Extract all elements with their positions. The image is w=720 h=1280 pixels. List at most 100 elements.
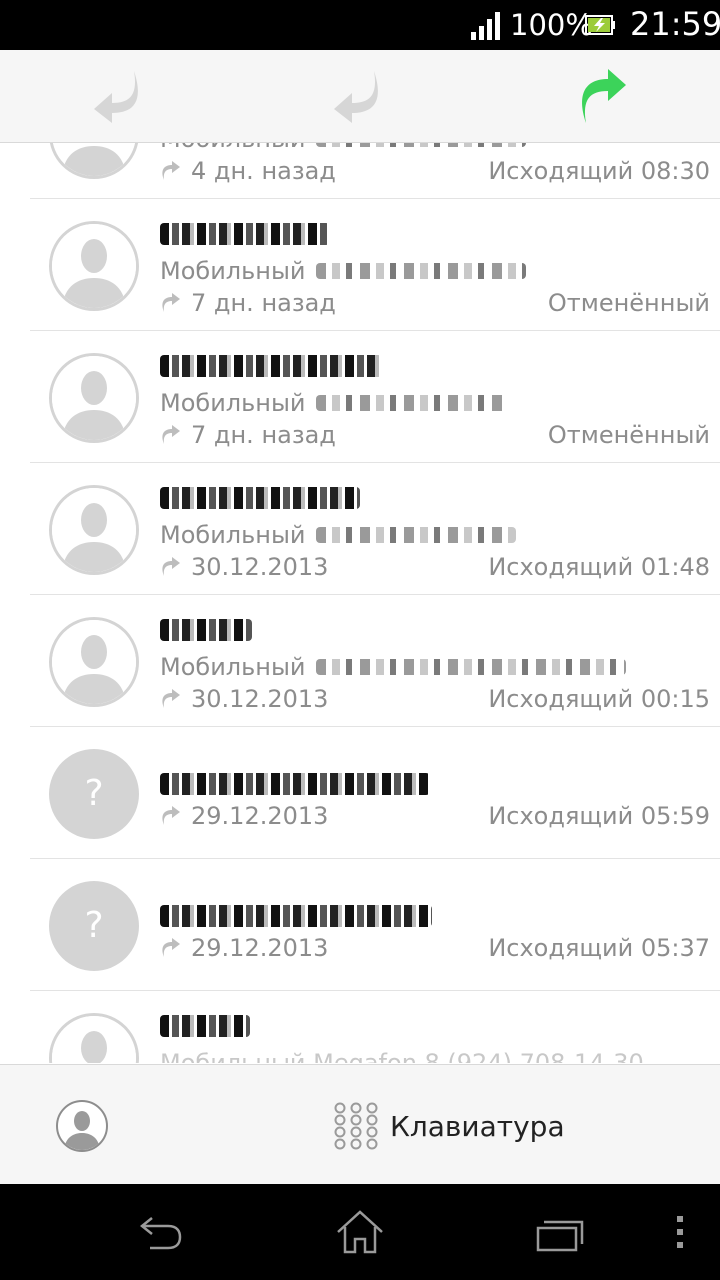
outgoing-arrow-icon [162,161,180,180]
call-status: Исходящий 08:30 [488,157,710,185]
number-label: Мобильный [160,257,306,285]
call-status: Исходящий 00:15 [488,685,710,713]
dialpad-button[interactable]: Клавиатура [332,1100,565,1152]
call-status: Исходящий 05:37 [488,934,710,962]
avatar [49,143,139,179]
date-line: 29.12.2013 [160,933,328,963]
call-date: 30.12.2013 [191,685,329,713]
unknown-caller-avatar: ? [49,749,139,839]
number-line: Мобильный [160,388,506,418]
home-icon [337,1210,383,1254]
avatar [49,221,139,311]
call-log-row[interactable]: Мобильный 30.12.2013 Исходящий 00:15 [30,595,720,727]
outgoing-arrow-icon [162,293,180,312]
bottom-action-bar: Клавиатура [0,1064,720,1185]
outgoing-arrow-icon [162,806,180,825]
date-line: 7 дн. назад [160,420,336,450]
call-log-row[interactable]: ? 29.12.2013 Исходящий 05:37 [30,859,720,991]
number-line: Мобильный [160,256,526,286]
person-silhouette-icon [52,1016,136,1063]
menu-button[interactable] [662,1206,698,1258]
missed-arrow-icon [334,71,378,123]
call-log-list: Мобильный 4 дн. назад Исходящий 08:30 Мо… [0,143,720,1063]
recent-apps-icon [536,1220,584,1252]
contact-name [160,767,430,803]
call-log-row[interactable]: ? 29.12.2013 Исходящий 05:59 [30,727,720,859]
avatar [49,617,139,707]
number-label: Мобильный Megafon 8 (924) 708-14-30 [160,1049,644,1063]
dialpad-label: Клавиатура [390,1109,565,1143]
number-line: Мобильный [160,520,516,550]
person-silhouette-icon [52,488,136,572]
navigation-bar [0,1184,720,1280]
call-filter-bar [0,50,720,143]
unknown-caller-avatar: ? [49,881,139,971]
call-date: 29.12.2013 [191,802,329,830]
battery-percent: 100% [510,8,593,42]
status-bar: 100% 21:59 [0,0,720,50]
person-silhouette-icon [52,356,136,440]
signal-icon [471,12,500,40]
call-status: Отменённый [547,421,710,449]
person-silhouette-icon [52,620,136,704]
redacted-number [315,395,506,411]
outgoing-arrow-icon [162,689,180,708]
call-log-row[interactable]: Мобильный Megafon 8 (924) 708-14-30 [30,991,720,1063]
home-button[interactable] [334,1206,386,1258]
person-silhouette-icon [52,143,136,176]
outgoing-arrow-icon [582,69,626,123]
number-line: Мобильный [160,652,626,682]
call-status: Отменённый [547,289,710,317]
date-line: 7 дн. назад [160,288,336,318]
tab-incoming-calls[interactable] [0,50,240,142]
contact-name [160,349,382,385]
avatar [49,1013,139,1063]
avatar [49,353,139,443]
back-button[interactable] [134,1206,186,1258]
number-label: Мобильный [160,521,306,549]
redacted-number [315,659,626,675]
date-line: 30.12.2013 [160,684,328,714]
contact-name [160,481,360,517]
call-date: 7 дн. назад [191,421,336,449]
person-silhouette-icon [52,224,136,308]
date-line: 29.12.2013 [160,801,328,831]
redacted-number [315,527,516,543]
contact-name [160,613,252,649]
number-label: Мобильный [160,653,306,681]
battery-charging-icon [585,15,615,35]
menu-icon [677,1216,683,1248]
back-icon [139,1217,182,1250]
call-date: 30.12.2013 [191,553,329,581]
call-date: 7 дн. назад [191,289,336,317]
call-log-row[interactable]: Мобильный 7 дн. назад Отменённый [30,331,720,463]
date-line: 4 дн. назад [160,156,336,186]
number-line: Мобильный [160,143,526,154]
outgoing-arrow-icon [162,425,180,444]
call-date: 29.12.2013 [191,934,329,962]
date-line: 30.12.2013 [160,552,328,582]
number-line: Мобильный Megafon 8 (924) 708-14-30 [160,1048,644,1063]
call-log-row[interactable]: Мобильный 4 дн. назад Исходящий 08:30 [30,143,720,199]
contact-name [160,1009,250,1045]
redacted-number [315,263,526,279]
dialpad-icon [334,1102,378,1150]
tab-missed-calls[interactable] [240,50,480,142]
number-label: Мобильный [160,389,306,417]
outgoing-arrow-icon [162,938,180,957]
incoming-arrow-icon [94,71,138,123]
call-date: 4 дн. назад [191,157,336,185]
outgoing-arrow-icon [162,557,180,576]
call-status: Исходящий 01:48 [488,553,710,581]
call-status: Исходящий 05:59 [488,802,710,830]
contacts-button[interactable] [56,1100,108,1152]
tab-outgoing-calls[interactable] [480,50,720,142]
recent-apps-button[interactable] [534,1206,586,1258]
call-log-row[interactable]: Мобильный 30.12.2013 Исходящий 01:48 [30,463,720,595]
avatar [49,485,139,575]
clock: 21:59 [630,5,720,43]
number-label: Мобильный [160,143,306,154]
call-log-row[interactable]: Мобильный 7 дн. назад Отменённый [30,199,720,331]
contact-name [160,217,330,253]
redacted-number [315,143,526,147]
